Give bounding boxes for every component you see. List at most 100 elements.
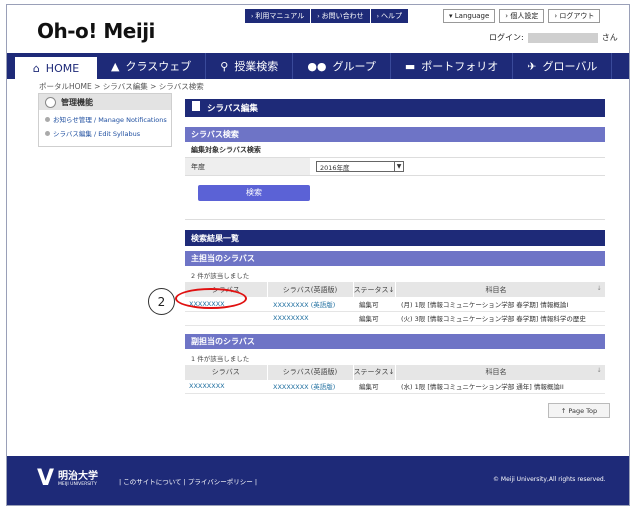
- sort-icon: ↓: [596, 367, 602, 374]
- course-cell: (月) 1限 [情報コミュニケーション学部 春学期] 情報概論I: [395, 297, 605, 312]
- col-course-label: 科目名: [485, 368, 507, 376]
- course-cell: (火) 3限 [情報コミュニケーション学部 春学期] 情報科学の歴史: [395, 311, 605, 326]
- status-cell: 編集可: [353, 311, 395, 326]
- col-syllabus-english[interactable]: シラバス(英語版): [267, 364, 354, 380]
- top-buttons: ▾ Language › 個人設定 › ログアウト: [443, 9, 601, 23]
- table-row: XXXXXXXX 編集可 (火) 3限 [情報コミュニケーション学部 春学期] …: [185, 311, 605, 326]
- highlight-oval: [175, 288, 247, 309]
- nav-global[interactable]: ✈ グローバル: [513, 53, 613, 79]
- secondary-count: 1 件が該当しました: [191, 354, 250, 363]
- nav-group[interactable]: ●● グループ: [293, 53, 391, 79]
- bullet-icon: [45, 131, 50, 136]
- document-icon: [191, 100, 201, 112]
- table-header-row: シラバス シラバス(英語版) ステータス↓ 科目名 ↓: [185, 364, 606, 380]
- logout-label: ログアウト: [559, 12, 595, 20]
- main-content: シラバス編集 シラバス検索 編集対象シラバス検索 年度 2016年度 ▼ 検索 検…: [185, 93, 606, 394]
- syllabus-link[interactable]: [185, 311, 267, 326]
- col-status[interactable]: ステータス↓: [353, 364, 396, 380]
- footer-links[interactable]: | このサイトについて | プライバシーポリシー |: [119, 476, 257, 486]
- logout-button[interactable]: › ログアウト: [548, 9, 601, 23]
- page-top-button[interactable]: ↑ Page Top: [548, 403, 610, 418]
- primary-section-header: 主担当のシラバス: [185, 251, 605, 266]
- sidebar-item-label: お知らせ管理 / Manage Notifications: [53, 116, 167, 124]
- manual-link[interactable]: › 利用マニュアル: [245, 9, 312, 23]
- nav-course-search[interactable]: ⚲ 授業検索: [206, 53, 294, 79]
- col-status-label: ステータス: [353, 368, 389, 376]
- main-nav: ⌂ HOME ▲ クラスウェブ ⚲ 授業検索 ●● グループ ▬ ポートフォリオ ✈ グロー…: [7, 53, 629, 79]
- contact-link[interactable]: › お問い合わせ: [311, 9, 371, 23]
- help-link-label: ヘルプ: [381, 12, 403, 20]
- university-logo[interactable]: V 明治大学 MEIJI UNIVERSITY: [37, 466, 98, 491]
- search-button-row: 検索: [185, 175, 605, 219]
- folder-icon: ▬: [404, 59, 416, 73]
- admin-panel: 管理機能 お知らせ管理 / Manage Notifications シラバス編…: [38, 93, 172, 147]
- status-cell: 編集可: [353, 297, 395, 312]
- table-row: XXXXXXXX XXXXXXXX (英語版) 編集可 (水) 1限 [情報コミ…: [185, 379, 605, 394]
- chevron-right-icon: ›: [554, 12, 558, 20]
- nav-classweb[interactable]: ▲ クラスウェブ: [97, 53, 207, 79]
- bullet-icon: [45, 117, 50, 122]
- language-dropdown[interactable]: ▾ Language: [443, 9, 496, 23]
- syllabus-english-link[interactable]: XXXXXXXX (英語版): [267, 379, 353, 394]
- footer: V 明治大学 MEIJI UNIVERSITY | このサイトについて | プラ…: [7, 456, 629, 505]
- step-callout: 2: [148, 288, 175, 315]
- admin-panel-title: 管理機能: [61, 97, 93, 107]
- page-title-bar: シラバス編集: [185, 99, 605, 117]
- admin-panel-header: 管理機能: [39, 94, 171, 110]
- search-button[interactable]: 検索: [198, 185, 310, 201]
- col-course-label: 科目名: [485, 285, 507, 294]
- sidebar-item-notifications[interactable]: お知らせ管理 / Manage Notifications: [39, 110, 171, 124]
- home-icon: ⌂: [32, 61, 40, 75]
- login-label: ログイン:: [489, 33, 524, 42]
- search-icon: ⚲: [220, 59, 229, 73]
- nav-home[interactable]: ⌂ HOME: [15, 57, 97, 79]
- chevron-right-icon: ›: [505, 12, 509, 20]
- form-label: 編集対象シラバス検索: [191, 146, 261, 154]
- personal-settings-label: 個人設定: [510, 12, 539, 20]
- nav-portfolio-label: ポートフォリオ: [421, 60, 499, 73]
- browser-frame: Oh-o! Meiji › 利用マニュアル › お問い合わせ › ヘルプ ▾ Lang…: [6, 4, 630, 506]
- manual-link-label: 利用マニュアル: [255, 12, 305, 20]
- sidebar-item-edit-syllabus[interactable]: シラバス編集 / Edit Syllabus: [39, 124, 171, 138]
- primary-table: シラバス シラバス(英語版) ステータス↓ 科目名 ↓ XXXXXXXX XXXX…: [185, 282, 606, 326]
- university-name-en: MEIJI UNIVERSITY: [58, 481, 97, 487]
- col-syllabus[interactable]: シラバス: [185, 364, 268, 380]
- nav-global-label: グローバル: [542, 60, 598, 73]
- login-info: ログイン: さん: [489, 32, 618, 43]
- col-status[interactable]: ステータス↓: [353, 282, 396, 297]
- syllabus-english-link[interactable]: XXXXXXXX: [267, 311, 353, 326]
- nav-home-label: HOME: [45, 61, 80, 75]
- year-row: 年度 2016年度 ▼: [185, 157, 605, 175]
- chevron-down-icon: ▼: [394, 162, 403, 171]
- table-header-row: シラバス シラバス(英語版) ステータス↓ 科目名 ↓: [185, 282, 606, 297]
- table-row: XXXXXXXX XXXXXXXX (英語版) 編集可 (月) 1限 [情報コミ…: [185, 297, 605, 312]
- chevron-down-icon: ▾: [449, 12, 453, 20]
- copyright: © Meiji University,All rights reserved.: [493, 476, 606, 483]
- search-form: 編集対象シラバス検索 年度 2016年度 ▼ 検索: [185, 142, 605, 220]
- site-logo[interactable]: Oh-o! Meiji: [37, 19, 155, 43]
- user-name-redacted: [527, 32, 598, 43]
- page-top-label: Page Top: [568, 406, 598, 415]
- breadcrumb[interactable]: ポータルHOME > シラバス編集 > シラバス検索: [39, 81, 204, 92]
- nav-portfolio[interactable]: ▬ ポートフォリオ: [391, 53, 514, 79]
- airplane-icon: ✈: [527, 59, 537, 73]
- contact-link-label: お問い合わせ: [321, 12, 364, 20]
- col-course[interactable]: 科目名 ↓: [395, 364, 606, 380]
- university-name-jp: 明治大学: [58, 470, 99, 482]
- nav-group-label: グループ: [332, 60, 376, 73]
- nav-classweb-label: クラスウェブ: [125, 60, 192, 73]
- syllabus-english-link[interactable]: XXXXXXXX (英語版): [267, 297, 353, 312]
- syllabus-link[interactable]: XXXXXXXX: [185, 379, 267, 394]
- year-label: 年度: [185, 158, 310, 175]
- help-link[interactable]: › ヘルプ: [370, 9, 410, 23]
- col-course[interactable]: 科目名 ↓: [395, 282, 606, 297]
- year-select-value: 2016年度: [320, 163, 350, 172]
- top-links: › 利用マニュアル › お問い合わせ › ヘルプ: [245, 9, 410, 23]
- secondary-section-header: 副担当のシラバス: [185, 333, 605, 349]
- secondary-table: シラバス シラバス(英語版) ステータス↓ 科目名 ↓ XXXXXXXX XXXX…: [185, 364, 606, 394]
- col-status-label: ステータス: [353, 285, 389, 294]
- col-syllabus-english[interactable]: シラバス(英語版): [267, 282, 354, 297]
- personal-settings-button[interactable]: › 個人設定: [499, 9, 545, 23]
- year-select[interactable]: 2016年度 ▼: [316, 161, 404, 172]
- year-cell: 2016年度 ▼: [310, 158, 605, 175]
